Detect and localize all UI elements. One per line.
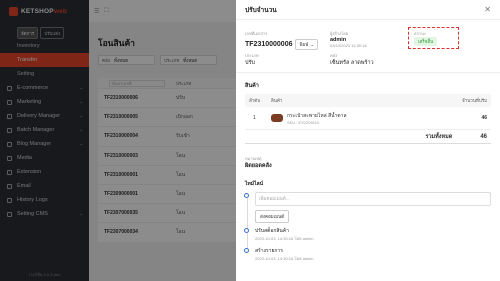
doc-number: TF2310000006 [245, 41, 293, 48]
warehouse-value: เซ็นทรัล ลาดพร้าว [330, 60, 374, 66]
print-button[interactable]: พิมพ์ ⌄ [295, 39, 319, 50]
product-qty: 46 [481, 115, 487, 121]
total-label: รวมทั้งหมด [425, 133, 453, 140]
highlight-box [408, 27, 459, 49]
type-label: ประเภท [245, 53, 259, 58]
product-table: ลำดับ สินค้า จำนวนที่ปรับ 1 กระเป๋าสะพาย… [245, 94, 491, 144]
products-title: สินค้า [245, 83, 259, 89]
created-at: 03/10/2023 14:30:16 [330, 43, 367, 48]
total-value: 46 [480, 133, 487, 140]
timeline-dot [244, 193, 249, 198]
timeline-dot [244, 228, 249, 233]
product-sku: SKU : EX2209110 [287, 119, 320, 125]
drawer-title: ปรับจำนวน [245, 6, 277, 14]
note-label: หมายเหตุ [245, 156, 262, 161]
timeline-dot [244, 248, 249, 253]
product-name: กระเป๋าสะพายไหล่ สีน้ำตาล [287, 112, 347, 119]
timeline-item: สร้างรายการ 2023-10-03, 14:30:16 โดย adm… [255, 248, 314, 261]
type-value: ปรับ [245, 60, 255, 66]
timeline-line [246, 198, 248, 253]
adjust-drawer: ปรับจำนวน ✕ เลขที่เอกสาร TF2310000006 พิ… [236, 0, 500, 281]
product-image [271, 114, 283, 122]
warehouse-label: คลัง [330, 53, 338, 58]
product-table-header: ลำดับ สินค้า จำนวนที่ปรับ [245, 94, 491, 107]
timeline-title: ไทม์ไลน์ [245, 181, 264, 187]
send-comment-button[interactable]: ส่งคอมเมนต์ [255, 210, 290, 223]
timeline-item: ปรับสต็อกสินค้า 2023-10-03, 14:30:16 โดย… [255, 228, 314, 241]
chevron-down-icon: ⌄ [310, 41, 315, 47]
doc-label: เลขที่เอกสาร [245, 31, 268, 36]
note-value: ผิดยอดคลัง [245, 163, 272, 169]
modal-overlay[interactable] [0, 0, 236, 281]
close-icon[interactable]: ✕ [484, 5, 491, 14]
table-row: 1 กระเป๋าสะพายไหล่ สีน้ำตาล SKU : EX2209… [245, 107, 491, 130]
creator-label: ผู้สร้างโดย [330, 31, 349, 36]
comment-input[interactable]: เพิ่มคอมเมนต์... [255, 192, 491, 206]
